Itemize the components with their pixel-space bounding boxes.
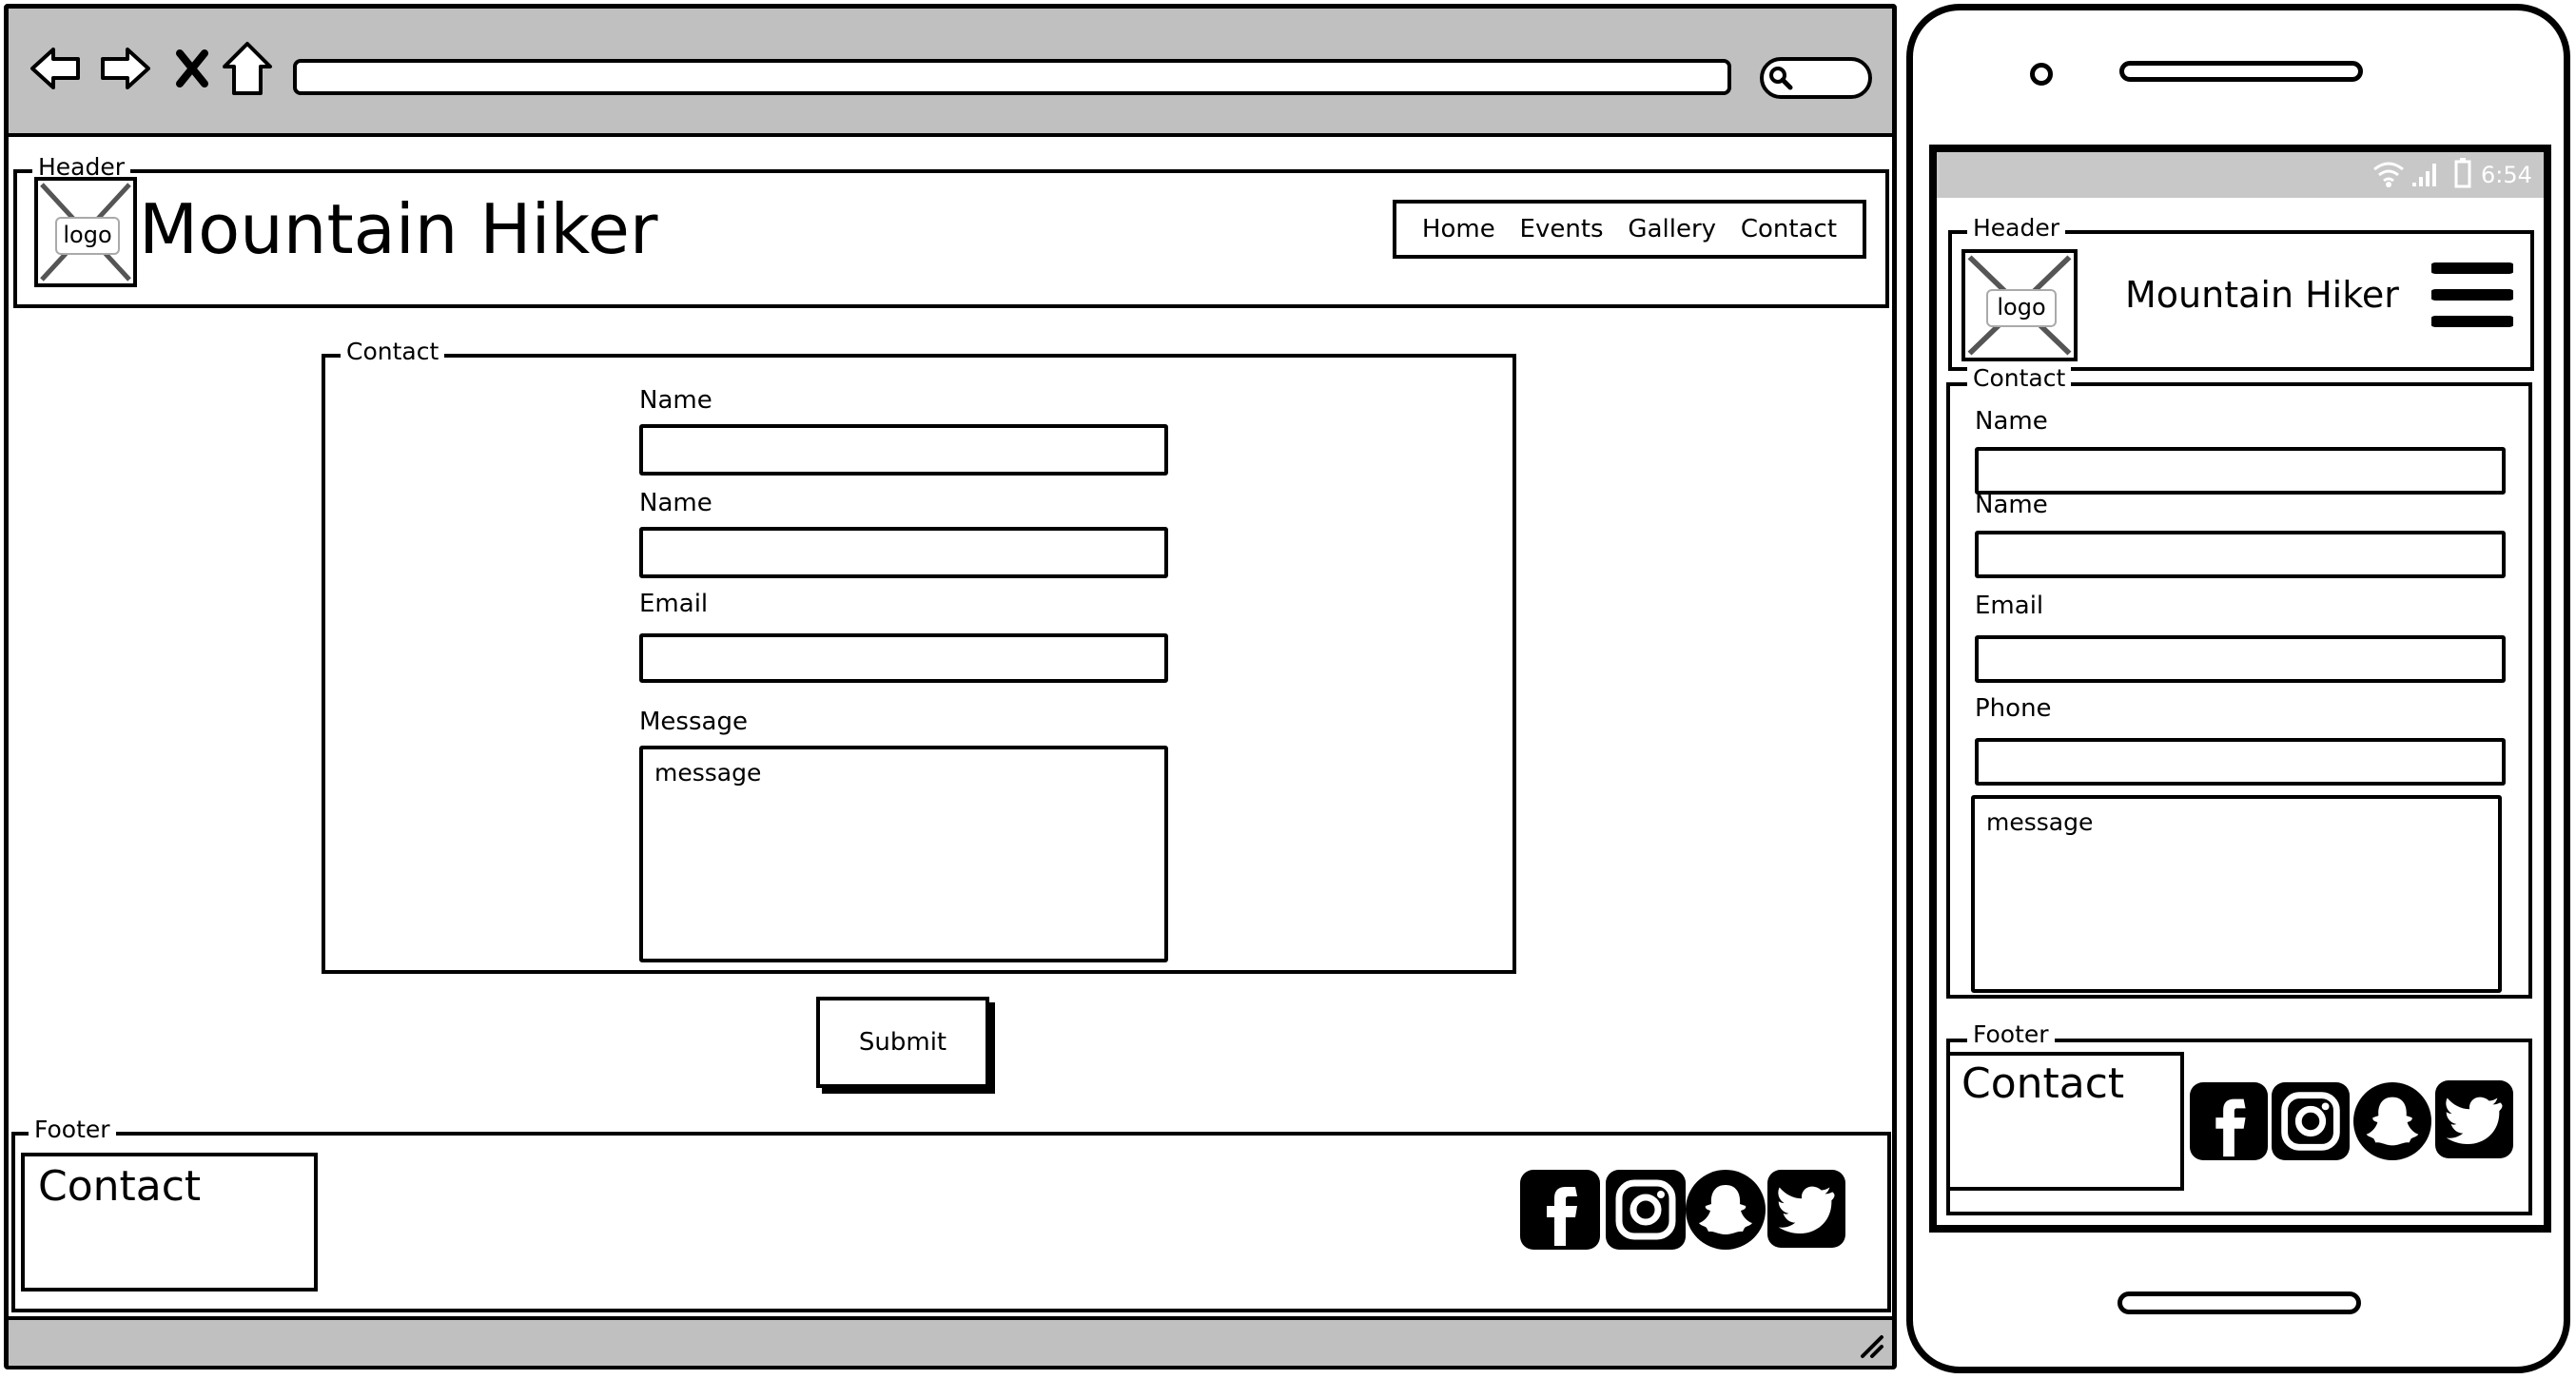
contact-legend: Contact <box>341 339 445 365</box>
mobile-name-field[interactable] <box>1975 447 2506 495</box>
back-arrow-icon[interactable] <box>29 42 82 95</box>
phone-speaker <box>2119 61 2363 82</box>
status-time: 6:54 <box>2481 162 2532 188</box>
mobile-status-bar <box>1937 152 2544 198</box>
mobile-email-label: Email <box>1975 592 2044 620</box>
site-title: Mountain Hiker <box>139 189 658 269</box>
mobile-name-label-2: Name <box>1975 491 2048 519</box>
home-icon[interactable] <box>221 40 274 97</box>
logo-text: logo <box>55 217 120 255</box>
hamburger-menu-icon[interactable] <box>2431 261 2513 329</box>
nav-contact[interactable]: Contact <box>1741 215 1837 243</box>
mobile-message-placeholder: message <box>1986 808 2094 836</box>
nav-gallery[interactable]: Gallery <box>1628 215 1716 243</box>
mobile-logo-text: logo <box>1986 289 2057 327</box>
message-placeholder: message <box>654 759 762 787</box>
mobile-instagram-icon[interactable] <box>2272 1082 2350 1160</box>
footer-contact-box: Contact <box>21 1153 318 1292</box>
phone-camera <box>2030 63 2053 86</box>
mobile-footer-legend: Footer <box>1967 1021 2055 1048</box>
mobile-facebook-icon[interactable] <box>2190 1082 2268 1160</box>
name-field[interactable] <box>639 424 1168 476</box>
close-icon[interactable] <box>175 49 209 87</box>
mobile-phone-field[interactable] <box>1975 738 2506 786</box>
facebook-icon[interactable] <box>1520 1170 1600 1250</box>
mobile-name-label: Name <box>1975 407 2048 436</box>
mobile-phone-label: Phone <box>1975 694 2052 723</box>
main-nav: Home Events Gallery Contact <box>1393 200 1866 259</box>
battery-icon <box>2454 158 2471 188</box>
search-icon <box>1767 65 1794 91</box>
mobile-site-title: Mountain Hiker <box>2125 274 2399 316</box>
message-label: Message <box>639 708 748 736</box>
email-label: Email <box>639 590 709 618</box>
name-label-2: Name <box>639 489 712 517</box>
phone-home-button[interactable] <box>2117 1292 2361 1314</box>
footer-contact-text[interactable]: Contact <box>38 1162 201 1211</box>
mobile-message-textarea[interactable]: message <box>1971 795 2502 993</box>
name-label: Name <box>639 386 712 415</box>
mobile-twitter-icon[interactable] <box>2435 1080 2513 1158</box>
wifi-icon <box>2372 160 2405 188</box>
footer-legend: Footer <box>29 1117 116 1143</box>
mobile-header-legend: Header <box>1967 215 2066 242</box>
email-field[interactable] <box>639 633 1168 683</box>
mobile-name-field-2[interactable] <box>1975 531 2506 578</box>
submit-label: Submit <box>858 1028 947 1057</box>
address-bar[interactable] <box>293 59 1731 95</box>
snapchat-icon[interactable] <box>1686 1170 1766 1250</box>
forward-arrow-icon[interactable] <box>99 42 152 95</box>
mobile-snapchat-icon[interactable] <box>2353 1082 2431 1160</box>
mobile-footer-contact-box: Contact <box>1946 1052 2184 1191</box>
mobile-footer-contact-text[interactable]: Contact <box>1961 1059 2124 1108</box>
signal-icon <box>2410 160 2441 188</box>
instagram-icon[interactable] <box>1606 1170 1686 1250</box>
name-field-2[interactable] <box>639 527 1168 578</box>
mobile-contact-legend: Contact <box>1967 365 2072 392</box>
mobile-email-field[interactable] <box>1975 635 2506 683</box>
mobile-logo: logo <box>1961 249 2078 361</box>
logo: logo <box>34 177 137 287</box>
nav-home[interactable]: Home <box>1422 215 1495 243</box>
nav-events[interactable]: Events <box>1520 215 1604 243</box>
twitter-icon[interactable] <box>1767 1170 1845 1248</box>
browser-statusbar <box>9 1316 1892 1366</box>
message-textarea[interactable]: message <box>639 746 1168 962</box>
resize-grip-icon[interactable] <box>1855 1330 1885 1360</box>
submit-button[interactable]: Submit <box>816 997 989 1088</box>
